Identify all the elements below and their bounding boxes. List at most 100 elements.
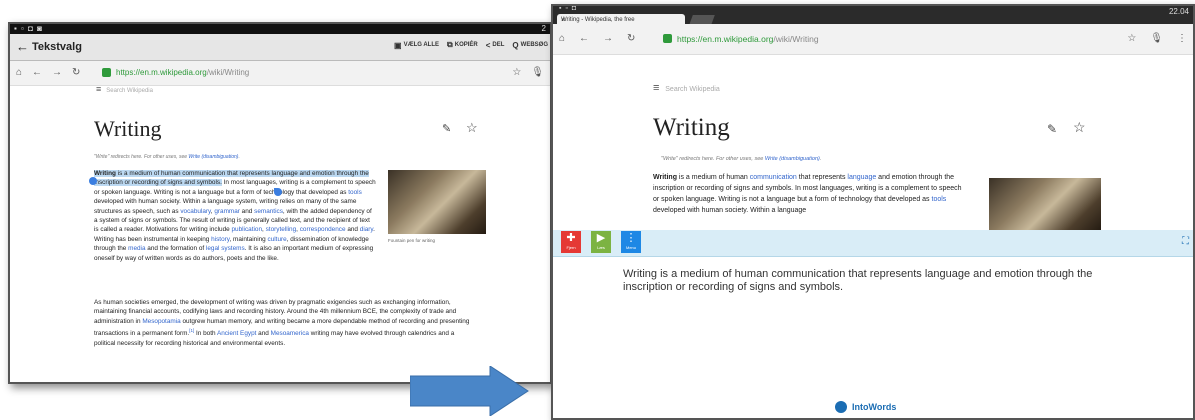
text-run: In both (194, 330, 217, 338)
article-link[interactable]: publication (231, 226, 262, 233)
selection-start-handle[interactable] (89, 177, 97, 185)
article-link[interactable]: Ancient Egypt (217, 330, 256, 337)
text-run: that represents (796, 174, 848, 181)
disambiguation-link[interactable]: Write (disambiguation) (765, 156, 820, 162)
article-link[interactable]: Mesopotamia (142, 318, 180, 325)
intowords-logo: IntoWords (835, 401, 896, 413)
toolbar-play-button[interactable]: ▶ Læs (591, 231, 611, 253)
article-link[interactable]: language (847, 174, 876, 181)
text-run: is a medium of human communication that … (115, 170, 335, 177)
url-field[interactable]: https://en.m.wikipedia.org/wiki/Writing (677, 34, 819, 44)
right-screenshot: ▪ ▫ ◘ 22.04 Writing - Wikipedia, the fre… (551, 4, 1195, 420)
menu-icon[interactable]: ≡ (653, 82, 659, 94)
article-link[interactable]: semantics (254, 208, 283, 215)
status-icons: ▪ ▫ ◘ (559, 5, 578, 12)
fullscreen-icon[interactable]: ⛶ (1182, 236, 1189, 247)
home-icon[interactable]: ⌂ (559, 33, 565, 44)
status-time: 2 (541, 24, 546, 33)
action-label: DEL (492, 42, 505, 48)
reload-icon[interactable]: ↻ (627, 33, 635, 44)
back-icon[interactable]: ← (579, 33, 589, 44)
hatnote-text: "Write" redirects here. For other uses, … (661, 156, 765, 162)
article-link[interactable]: media (128, 245, 145, 252)
address-bar: ⌂ ← → ↻ https://en.m.wikipedia.org/wiki/… (553, 24, 1193, 55)
text-run: and the formation of (145, 245, 206, 253)
url-right-icons: ☆ 🎙 (512, 67, 544, 78)
toolbar-clear-button[interactable]: ✚ Fjern (561, 231, 581, 253)
copy-icon: ⧉ (447, 40, 453, 49)
toolbar-menu-button[interactable]: ⋮ Menu (621, 231, 641, 253)
watch-star-icon[interactable]: ☆ (1073, 119, 1086, 136)
text-run: and (345, 226, 360, 234)
lock-icon (102, 68, 111, 77)
url-field[interactable]: https://en.m.wikipedia.org/wiki/Writing (116, 68, 249, 77)
back-icon[interactable]: ← (32, 67, 42, 78)
action-copy-button[interactable]: ⧉ KOPIÉR (447, 40, 478, 50)
article-link[interactable]: tools (348, 189, 362, 196)
article-link[interactable]: culture (268, 236, 287, 243)
hatnote: "Write" redirects here. For other uses, … (661, 156, 821, 162)
article-link[interactable]: grammar (214, 208, 240, 215)
action-label: WEBSØG (520, 42, 548, 48)
star-icon[interactable]: ☆ (512, 67, 521, 78)
lock-icon (663, 34, 672, 43)
action-select-all-button[interactable]: ▣ VÆLG ALLE (394, 40, 439, 50)
action-search-button[interactable]: Q WEBSØG (512, 40, 548, 50)
article-link[interactable]: correspondence (300, 226, 346, 233)
article-link[interactable]: diary (360, 226, 373, 233)
article-link[interactable]: communication (750, 174, 797, 181)
select-all-icon: ▣ (394, 40, 402, 50)
action-buttons: ▣ VÆLG ALLE ⧉ KOPIÉR < DEL Q WEBSØG (394, 40, 548, 50)
brand-name: IntoWords (852, 402, 897, 412)
action-label: KOPIÉR (454, 42, 478, 48)
article-link[interactable]: legal systems (206, 245, 245, 252)
home-icon[interactable]: ⌂ (16, 67, 22, 78)
article-link[interactable]: vocabulary (180, 208, 210, 215)
text-run: and (239, 207, 255, 215)
edit-icon[interactable]: ✎ (1047, 122, 1057, 136)
forward-icon[interactable]: → (52, 67, 62, 78)
mic-icon[interactable]: 🎙 (1150, 33, 1163, 44)
disambiguation-link[interactable]: Write (disambiguation) (188, 154, 238, 160)
article-link[interactable]: Mesoamerica (271, 330, 309, 337)
close-tab-icon[interactable]: × (561, 17, 679, 24)
url-path: /wiki/Writing (773, 34, 819, 44)
fountain-pen-image (989, 178, 1101, 230)
text-selection-action-bar: ← Tekstvalg ▣ VÆLG ALLE ⧉ KOPIÉR < DEL Q WEBSØG (10, 34, 550, 61)
status-icons: ▪ ▫ ◘ ◙ (14, 24, 44, 33)
status-bar: ▪ ▫ ◘ ◙ 2 (10, 24, 550, 34)
toolbar-button-label: Læs (597, 245, 605, 250)
hatnote-end: . (819, 156, 822, 162)
article-link[interactable]: tools (932, 196, 947, 203)
bold-term: Writing (653, 174, 677, 181)
text-run: is a medium of human (676, 174, 750, 181)
nav-icons: ⌂ ← → ↻ (559, 33, 635, 44)
search-bar[interactable]: ≡ Search Wikipedia (96, 84, 153, 94)
reload-icon[interactable]: ↻ (72, 67, 80, 78)
article-link[interactable]: history (211, 236, 229, 243)
text-run: , maintaining (229, 235, 268, 243)
left-screenshot: ▪ ▫ ◘ ◙ 2 ← Tekstvalg ▣ VÆLG ALLE ⧉ KOPIÉR <… (8, 22, 552, 384)
star-icon[interactable]: ☆ (1127, 33, 1136, 44)
intro-paragraph: Writing is a medium of human communicati… (94, 169, 376, 263)
intro-paragraph: Writing is a medium of human communicati… (653, 172, 963, 226)
mic-icon[interactable]: 🎙 (531, 67, 544, 78)
watch-star-icon[interactable]: ☆ (466, 120, 478, 136)
toolbar-button-label: Menu (625, 245, 636, 250)
url-right-icons: ☆ 🎙 ⋮ (1127, 33, 1187, 44)
edit-icon[interactable]: ✎ (442, 122, 451, 135)
transition-arrow-icon (410, 366, 529, 416)
action-bar-title: Tekstvalg (32, 41, 82, 53)
more-icon[interactable]: ⋮ (1177, 33, 1187, 44)
search-placeholder: Search Wikipedia (106, 88, 153, 94)
hatnote: "Write" redirects here. For other uses, … (94, 154, 240, 160)
toolbar-button-label: Fjern (566, 245, 576, 250)
search-bar[interactable]: ≡ Search Wikipedia (653, 82, 720, 94)
action-share-button[interactable]: < DEL (486, 40, 505, 50)
back-arrow-icon[interactable]: ← (16, 39, 29, 54)
menu-icon[interactable]: ≡ (96, 84, 101, 94)
selection-end-handle[interactable] (274, 188, 282, 196)
forward-icon[interactable]: → (603, 33, 613, 44)
article-link[interactable]: storytelling (266, 226, 297, 233)
page-title: Writing (94, 116, 162, 141)
